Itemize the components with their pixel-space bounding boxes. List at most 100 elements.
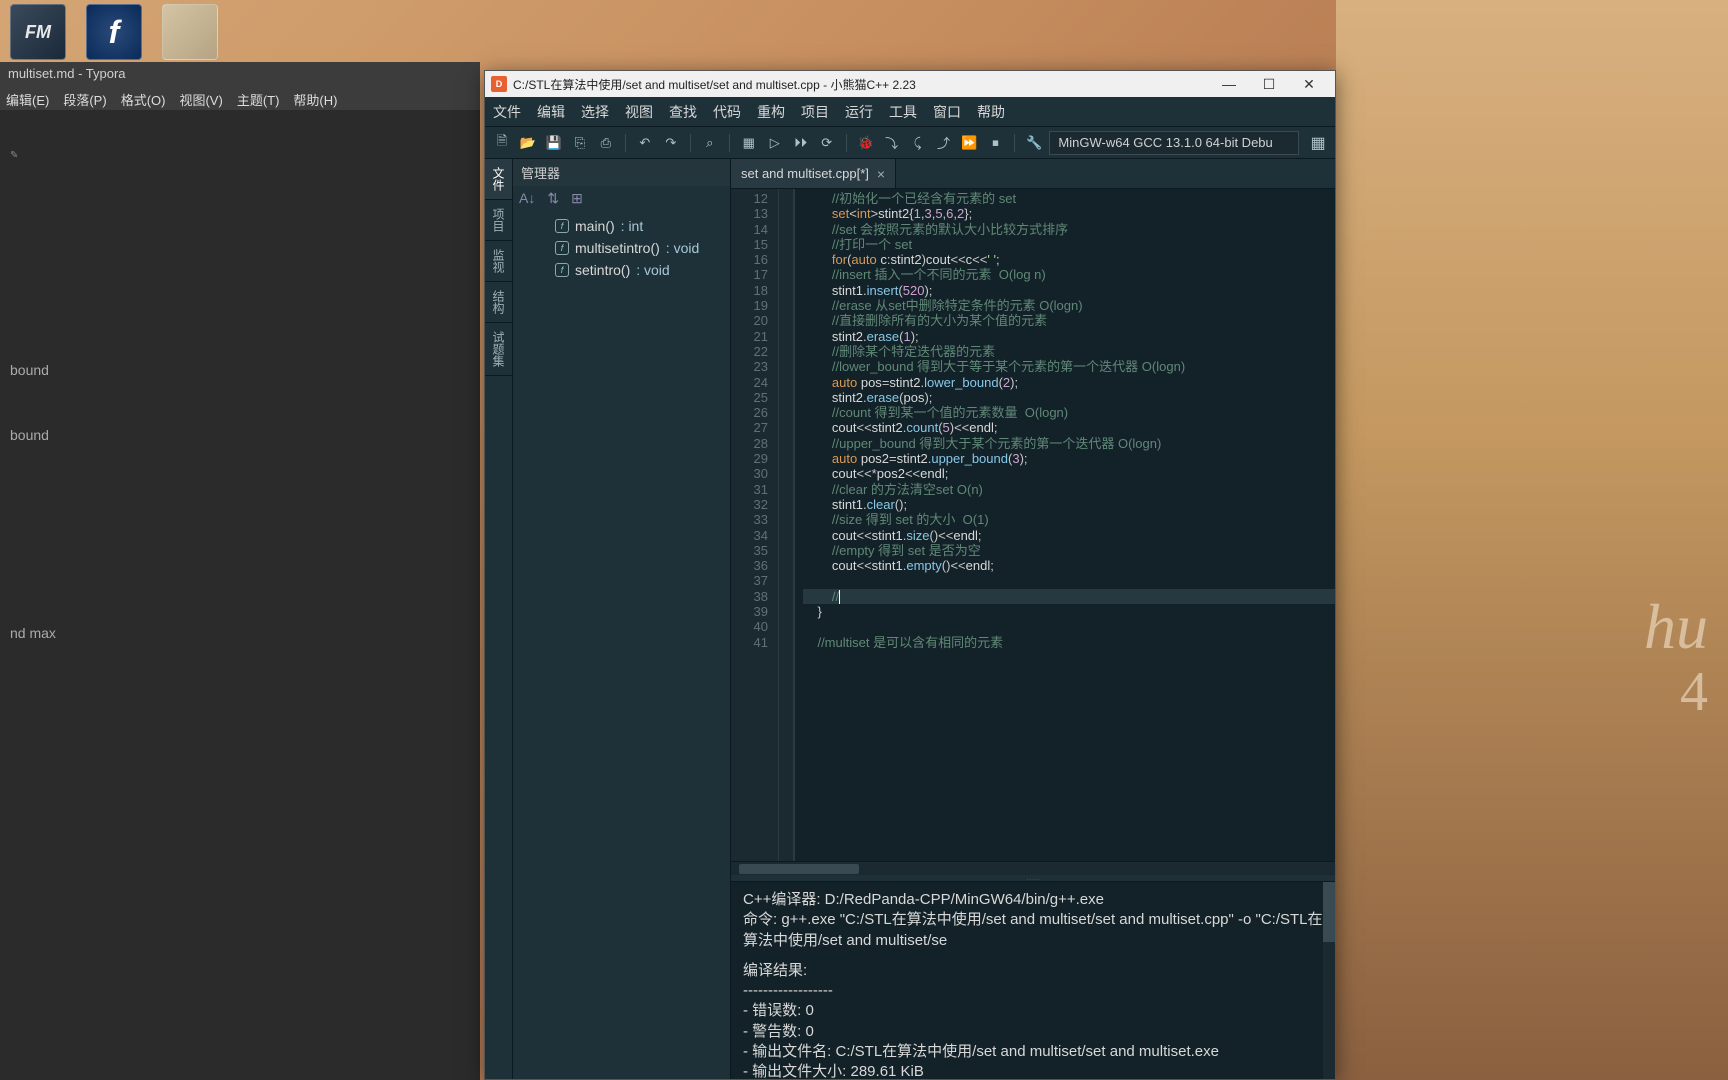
wallpaper-glyph-2: 4 <box>1680 660 1708 724</box>
compile-run-icon[interactable]: ⏵⏵ <box>790 132 812 154</box>
output-command: 命令: g++.exe "C:/STL在算法中使用/set and multis… <box>743 910 1323 951</box>
output-compiler: C++编译器: D:/RedPanda-CPP/MinGW64/bin/g++.… <box>743 890 1323 910</box>
code-editor[interactable]: 1213141516171819202122232425262728293031… <box>731 189 1335 861</box>
wallpaper-right <box>1336 0 1728 1080</box>
typora-menu-item[interactable]: 视图(V) <box>179 90 222 106</box>
vertical-tab-strip: 文件项目监视结构试题集 <box>485 159 513 1079</box>
ide-menu-item[interactable]: 编辑 <box>537 102 565 122</box>
ide-menu-item[interactable]: 视图 <box>625 102 653 122</box>
ide-menu-item[interactable]: 查找 <box>669 102 697 122</box>
outline-item-minmax[interactable]: nd max <box>6 614 474 653</box>
line-gutter: 1213141516171819202122232425262728293031… <box>731 189 779 861</box>
ide-menu-item[interactable]: 帮助 <box>977 102 1005 122</box>
continue-icon[interactable]: ⏩ <box>959 132 981 154</box>
save-icon[interactable]: 💾 <box>543 132 565 154</box>
run-icon[interactable]: ▷ <box>764 132 786 154</box>
typora-title: multiset.md - Typora <box>0 62 480 86</box>
typora-menu-item[interactable]: 段落(P) <box>63 90 106 106</box>
step-into-icon[interactable]: ⤹ <box>907 132 929 154</box>
ide-menu-item[interactable]: 重构 <box>757 102 785 122</box>
ide-menubar: 文件编辑选择视图查找代码重构项目运行工具窗口帮助 <box>485 97 1335 127</box>
step-over-icon[interactable]: ⤵ <box>881 132 903 154</box>
step-out-icon[interactable]: ⤴ <box>933 132 955 154</box>
close-button[interactable]: ✕ <box>1289 71 1329 97</box>
desktop-icon-comic[interactable] <box>162 4 218 60</box>
ide-menu-item[interactable]: 代码 <box>713 102 741 122</box>
ide-menu-item[interactable]: 文件 <box>493 102 521 122</box>
tab-close-icon[interactable]: × <box>877 166 885 182</box>
output-panel[interactable]: C++编译器: D:/RedPanda-CPP/MinGW64/bin/g++.… <box>731 881 1335 1079</box>
minimize-button[interactable]: — <box>1209 71 1249 97</box>
save-all-icon[interactable]: ⎘ <box>569 132 591 154</box>
compile-icon[interactable]: ▦ <box>738 132 760 154</box>
new-file-icon[interactable]: 🗎 <box>491 132 513 154</box>
function-icon: f <box>555 219 569 233</box>
manager-panel: 管理器 A↓ ⇅ ⊞ fmain() : intfmultisetintro()… <box>513 159 731 1079</box>
ide-window: D C:/STL在算法中使用/set and multiset/set and … <box>484 70 1336 1080</box>
sort-type-icon[interactable]: ⇅ <box>547 190 559 207</box>
app-icon: D <box>491 76 507 92</box>
tools-icon[interactable]: 🔧 <box>1023 132 1045 154</box>
settings-icon[interactable]: ▦ <box>1307 132 1329 154</box>
sort-alpha-icon[interactable]: A↓ <box>519 190 535 207</box>
vertical-tab[interactable]: 试题集 <box>485 323 512 376</box>
typora-outline: ✎ bound bound nd max <box>0 110 480 663</box>
output-outfile: - 输出文件名: C:/STL在算法中使用/set and multiset/s… <box>743 1042 1323 1062</box>
symbol-item[interactable]: fsetintro() : void <box>515 259 728 281</box>
ide-menu-item[interactable]: 项目 <box>801 102 829 122</box>
desktop-icon-forza[interactable] <box>10 4 66 60</box>
ide-toolbar: 🗎 📂 💾 ⎘ ⎙ ↶ ↷ ⌕ ▦ ▷ ⏵⏵ ⟳ 🐞 ⤵ ⤹ ⤴ ⏩ ⏹ 🔧 M… <box>485 127 1335 159</box>
open-file-icon[interactable]: 📂 <box>517 132 539 154</box>
typora-menu-item[interactable]: 主题(T) <box>237 90 280 106</box>
symbol-item[interactable]: fmultisetintro() : void <box>515 237 728 259</box>
fold-margin <box>779 189 795 861</box>
outline-item-bound[interactable]: bound <box>6 351 474 390</box>
ide-titlebar[interactable]: D C:/STL在算法中使用/set and multiset/set and … <box>485 71 1335 97</box>
output-warnings: - 警告数: 0 <box>743 1022 1323 1042</box>
output-vscroll[interactable] <box>1323 882 1335 1079</box>
typora-menubar: 编辑(E) 段落(P) 格式(O) 视图(V) 主题(T) 帮助(H) <box>0 86 480 110</box>
window-title: C:/STL在算法中使用/set and multiset/set and mu… <box>513 76 916 93</box>
editor-hscroll[interactable] <box>731 861 1335 875</box>
print-icon[interactable]: ⎙ <box>595 132 617 154</box>
symbol-tree: fmain() : intfmultisetintro() : voidfset… <box>513 211 730 285</box>
ide-menu-item[interactable]: 窗口 <box>933 102 961 122</box>
editor-area: set and multiset.cpp[*] × 12131415161718… <box>731 159 1335 1079</box>
maximize-button[interactable]: ☐ <box>1249 71 1289 97</box>
debug-icon[interactable]: 🐞 <box>855 132 877 154</box>
search-icon[interactable]: ⌕ <box>699 132 721 154</box>
manager-header: 管理器 <box>513 159 730 186</box>
outline-item[interactable]: ✎ <box>6 140 474 171</box>
expand-icon[interactable]: ⊞ <box>571 190 583 207</box>
vertical-tab[interactable]: 监视 <box>485 241 512 282</box>
redo-icon[interactable]: ↷ <box>660 132 682 154</box>
function-icon: f <box>555 263 569 277</box>
output-dashes: ------------------ <box>743 981 1323 1001</box>
editor-tab-active[interactable]: set and multiset.cpp[*] × <box>731 159 896 188</box>
wallpaper-glyph: hu <box>1644 590 1708 664</box>
ide-menu-item[interactable]: 运行 <box>845 102 873 122</box>
function-icon: f <box>555 241 569 255</box>
desktop-icon-flash[interactable] <box>86 4 142 60</box>
stop-icon[interactable]: ⏹ <box>984 132 1006 154</box>
ide-menu-item[interactable]: 工具 <box>889 102 917 122</box>
output-errors: - 错误数: 0 <box>743 1001 1323 1021</box>
typora-menu-item[interactable]: 编辑(E) <box>6 90 49 106</box>
toolchain-select[interactable]: MinGW-w64 GCC 13.1.0 64-bit Debu <box>1049 131 1299 155</box>
typora-window: multiset.md - Typora 编辑(E) 段落(P) 格式(O) 视图(V… <box>0 62 480 1080</box>
output-result-header: 编译结果: <box>743 961 1323 981</box>
vertical-tab[interactable]: 项目 <box>485 200 512 241</box>
vertical-tab[interactable]: 文件 <box>485 159 512 200</box>
rebuild-icon[interactable]: ⟳ <box>816 132 838 154</box>
typora-menu-item[interactable]: 帮助(H) <box>293 90 337 106</box>
undo-icon[interactable]: ↶ <box>634 132 656 154</box>
ide-menu-item[interactable]: 选择 <box>581 102 609 122</box>
tab-label: set and multiset.cpp[*] <box>741 166 869 181</box>
manager-toolbar: A↓ ⇅ ⊞ <box>513 186 730 211</box>
symbol-item[interactable]: fmain() : int <box>515 215 728 237</box>
outline-item-bound2[interactable]: bound <box>6 416 474 455</box>
editor-tabs: set and multiset.cpp[*] × <box>731 159 1335 189</box>
code-content[interactable]: //初始化一个已经含有元素的 set set<int>stint2{1,3,5,… <box>795 189 1335 861</box>
typora-menu-item[interactable]: 格式(O) <box>121 90 166 106</box>
vertical-tab[interactable]: 结构 <box>485 282 512 323</box>
